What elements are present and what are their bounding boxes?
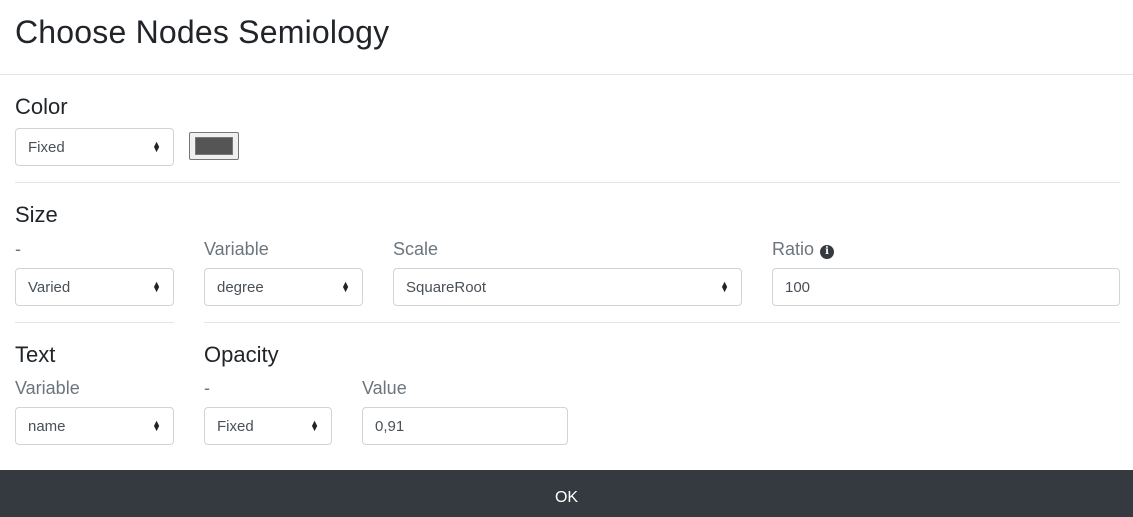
size-variable-value: degree: [217, 278, 264, 296]
select-arrows-icon: ▲ ▼: [152, 279, 161, 294]
size-divider-left: [15, 322, 174, 323]
modal-footer: OK: [0, 470, 1133, 517]
text-variable-value: name: [28, 417, 66, 435]
ok-button-label: OK: [554, 489, 579, 506]
size-variable-select[interactable]: degree ▲ ▼: [204, 268, 363, 306]
opacity-section-title: Opacity: [204, 342, 279, 367]
size-mode-label: -: [15, 239, 21, 259]
info-icon[interactable]: i: [820, 244, 835, 259]
opacity-value-input[interactable]: 0,91: [362, 407, 568, 445]
size-variable-label: Variable: [204, 239, 269, 259]
size-scale-value: SquareRoot: [406, 278, 487, 296]
size-ratio-label-group: Ratio i: [772, 239, 835, 260]
color-section-title: Color: [15, 94, 68, 119]
text-section-title: Text: [15, 342, 56, 367]
size-mode-select[interactable]: Varied ▲ ▼: [15, 268, 174, 306]
modal-title: Choose Nodes Semiology: [15, 14, 390, 50]
size-ratio-label: Ratio: [772, 239, 815, 259]
text-variable-label: Variable: [15, 378, 80, 398]
select-arrows-icon: ▲ ▼: [341, 279, 350, 294]
size-mode-value: Varied: [28, 278, 71, 296]
size-scale-label: Scale: [393, 239, 439, 259]
text-variable-select[interactable]: name ▲ ▼: [15, 407, 174, 445]
size-ratio-value: 100: [785, 278, 811, 296]
select-arrows-icon: ▲ ▼: [152, 139, 161, 154]
select-arrows-icon: ▲ ▼: [720, 279, 729, 294]
select-arrows-icon: ▲ ▼: [310, 418, 319, 433]
ok-button[interactable]: OK: [0, 470, 1133, 517]
color-mode-value: Fixed: [28, 138, 65, 156]
size-divider-right: [204, 322, 1120, 323]
select-arrows-icon: ▲ ▼: [152, 418, 161, 433]
opacity-mode-label: -: [204, 378, 210, 398]
color-mode-select[interactable]: Fixed ▲ ▼: [15, 128, 174, 166]
header-divider: [0, 74, 1133, 75]
size-scale-select[interactable]: SquareRoot ▲ ▼: [393, 268, 742, 306]
opacity-mode-value: Fixed: [217, 417, 254, 435]
opacity-value: 0,91: [375, 417, 405, 435]
opacity-value-label: Value: [362, 378, 407, 398]
size-section-title: Size: [15, 202, 58, 227]
size-ratio-input[interactable]: 100: [772, 268, 1120, 306]
opacity-mode-select[interactable]: Fixed ▲ ▼: [204, 407, 332, 445]
color-swatch: [195, 137, 233, 155]
color-divider: [15, 182, 1120, 183]
color-picker-button[interactable]: [189, 132, 239, 160]
